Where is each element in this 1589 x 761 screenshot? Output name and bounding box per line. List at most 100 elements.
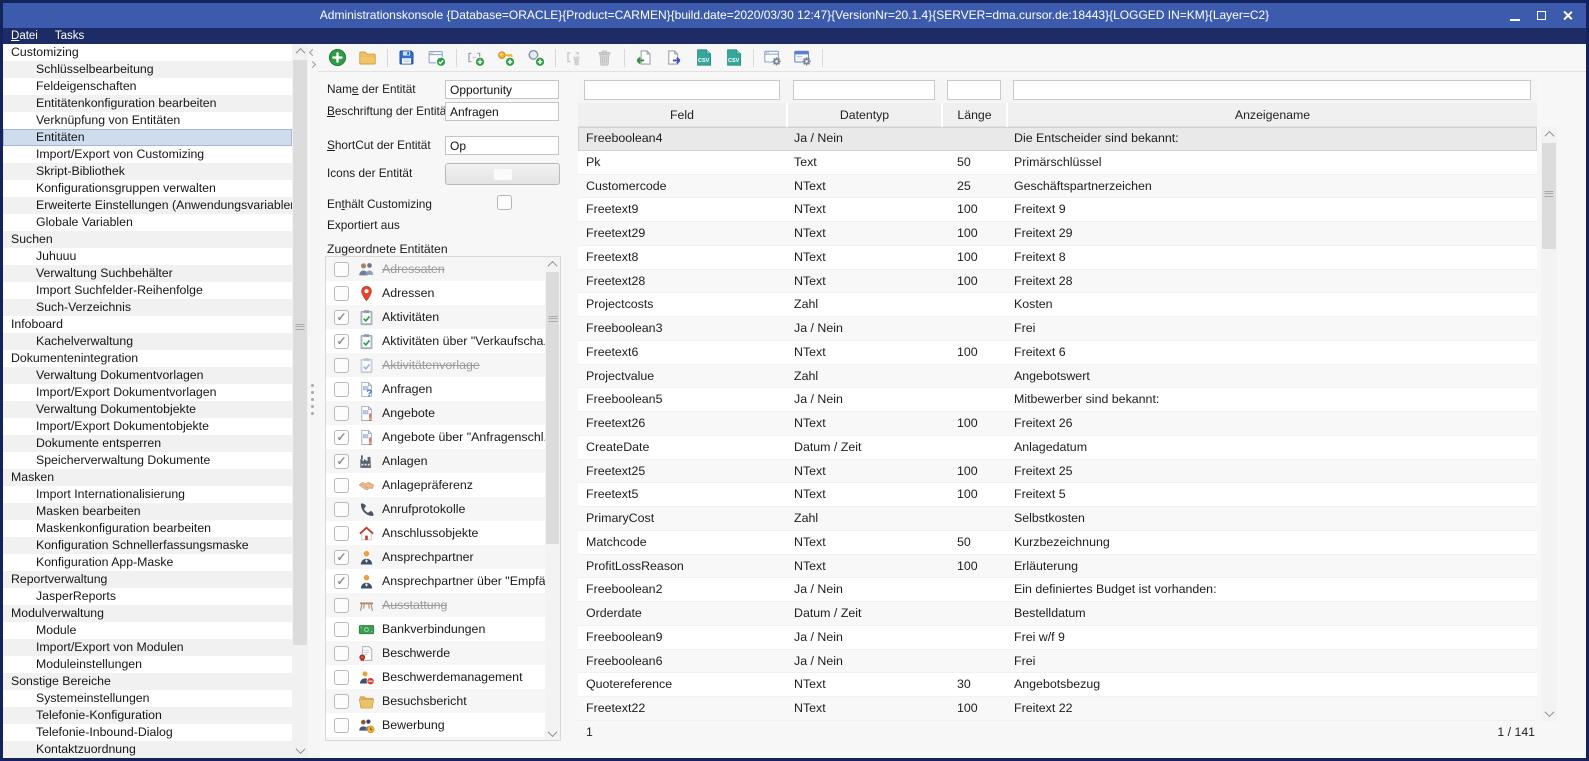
table-row[interactable]: Freetext28NText100Freitext 28 [578, 270, 1537, 294]
sidebar-item[interactable]: Telefonie-Konfiguration [3, 707, 292, 724]
sidebar-item[interactable]: Speicherverwaltung Dokumente [3, 452, 292, 469]
apply-window-button[interactable] [425, 47, 447, 69]
entity-list-item[interactable]: Aktivitäten [326, 305, 560, 329]
export-button[interactable] [662, 47, 684, 69]
scroll-down-button[interactable] [545, 726, 560, 740]
save-button[interactable] [395, 47, 417, 69]
table-row[interactable]: Freetext5NText100Freitext 5 [578, 483, 1537, 507]
collapse-left-button[interactable] [309, 49, 316, 56]
scroll-down-button[interactable] [292, 743, 308, 758]
entity-list-item[interactable]: Aktivitätenvorlage [326, 353, 560, 377]
entity-list-item[interactable]: Ansprechpartner über "Empfä... [326, 569, 560, 593]
sidebar-item[interactable]: Verwaltung Dokumentvorlagen [3, 367, 292, 384]
table-row[interactable]: Freetext9NText100Freitext 9 [578, 198, 1537, 222]
entity-list-item[interactable]: Adressen [326, 281, 560, 305]
table-row[interactable]: Freeboolean6Ja / NeinFrei [578, 650, 1537, 674]
entity-checkbox[interactable] [334, 406, 349, 421]
scroll-thumb[interactable] [293, 60, 307, 645]
filter-länge[interactable] [947, 80, 1001, 100]
sidebar-item[interactable]: Skript-Bibliothek [3, 163, 292, 180]
entity-checkbox[interactable] [334, 694, 349, 709]
scroll-thumb[interactable] [1542, 143, 1556, 249]
panel-splitter[interactable] [308, 44, 318, 758]
add-search-field-button[interactable] [524, 47, 546, 69]
sidebar-item[interactable]: Entitäten [3, 129, 292, 146]
table-row[interactable]: Freeboolean9Ja / NeinFrei w/f 9 [578, 626, 1537, 650]
entity-checkbox[interactable] [334, 310, 349, 325]
entity-checkbox[interactable] [334, 286, 349, 301]
entity-checkbox[interactable] [334, 526, 349, 541]
minimize-button[interactable] [1502, 3, 1528, 28]
maximize-button[interactable] [1528, 3, 1554, 28]
table-row[interactable]: Freeboolean4Ja / NeinDie Entscheider sin… [578, 127, 1537, 151]
entity-checkbox[interactable] [334, 262, 349, 277]
entity-list-item[interactable]: Ansprechpartner [326, 545, 560, 569]
sidebar-item[interactable]: Kontaktzuordnung [3, 741, 292, 758]
scroll-up-button[interactable] [545, 257, 560, 271]
entity-list-item[interactable]: Beschwerde [326, 641, 560, 665]
entity-list-item[interactable]: Adressaten [326, 257, 560, 281]
entity-checkbox[interactable] [334, 574, 349, 589]
collapse-right-button[interactable] [309, 61, 316, 68]
entity-checkbox[interactable] [334, 334, 349, 349]
sidebar-item[interactable]: Konfiguration Schnellerfassungsmaske [3, 537, 292, 554]
sidebar-item[interactable]: Telefonie-Inbound-Dialog [3, 724, 292, 741]
contains-customizing-checkbox[interactable] [497, 195, 512, 210]
column-header-anzeigename[interactable]: Anzeigename [1008, 103, 1537, 127]
column-header-feld[interactable]: Feld [578, 103, 786, 127]
csv-export-button[interactable]: CSV [722, 47, 744, 69]
sidebar-item[interactable]: Sonstige Bereiche [3, 673, 292, 690]
table-row[interactable]: Freetext6NText100Freitext 6 [578, 341, 1537, 365]
sidebar-item[interactable]: Such-Verzeichnis [3, 299, 292, 316]
close-button[interactable] [1554, 3, 1580, 28]
entity-checkbox[interactable] [334, 454, 349, 469]
entity-checkbox[interactable] [334, 718, 349, 733]
entity-list-item[interactable]: Anschlussobjekte [326, 521, 560, 545]
menu-datei[interactable]: Datei [11, 29, 38, 44]
import-button[interactable] [632, 47, 654, 69]
sidebar-item[interactable]: Feldeigenschaften [3, 78, 292, 95]
table-row[interactable]: PrimaryCostZahlSelbstkosten [578, 507, 1537, 531]
table-row[interactable]: PkText50Primärschlüssel [578, 151, 1537, 175]
sidebar-scrollbar[interactable] [292, 44, 308, 758]
sidebar-item[interactable]: Suchen [3, 231, 292, 248]
scroll-up-button[interactable] [292, 44, 308, 59]
sidebar-item[interactable]: Maskenkonfiguration bearbeiten [3, 520, 292, 537]
title-bar[interactable]: Administrationskonsole {Database=ORACLE}… [3, 3, 1586, 28]
entity-list-item[interactable]: Bankverbindungen [326, 617, 560, 641]
sidebar-item[interactable]: JasperReports [3, 588, 292, 605]
entity-list-item[interactable]: Beschwerdemanagement [326, 665, 560, 689]
table-row[interactable]: ProjectvalueZahlAngebotswert [578, 365, 1537, 389]
scroll-thumb[interactable] [546, 272, 559, 544]
table-row[interactable]: Freeboolean3Ja / NeinFrei [578, 317, 1537, 341]
sidebar-item[interactable]: Customizing [3, 44, 292, 61]
sidebar-item[interactable]: Import Internationalisierung [3, 486, 292, 503]
sidebar-item[interactable]: Import/Export von Customizing [3, 146, 292, 163]
open-button[interactable] [356, 47, 378, 69]
sidebar-item[interactable]: Erweiterte Einstellungen (Anwendungsvari… [3, 197, 292, 214]
sidebar-item[interactable]: Systemeinstellungen [3, 690, 292, 707]
table-row[interactable]: Freetext8NText100Freitext 8 [578, 246, 1537, 270]
add-key-button[interactable] [494, 47, 516, 69]
table-row[interactable]: Freetext29NText100Freitext 29 [578, 222, 1537, 246]
entity-checkbox[interactable] [334, 598, 349, 613]
table-row[interactable]: ProjectcostsZahlKosten [578, 293, 1537, 317]
entity-list-scrollbar[interactable] [545, 257, 560, 740]
entity-list-item[interactable]: Anlagepräferenz [326, 473, 560, 497]
entity-list-item[interactable]: Aktivitäten über "Verkaufscha... [326, 329, 560, 353]
table-row[interactable]: Freeboolean5Ja / NeinMitbewerber sind be… [578, 388, 1537, 412]
filter-datentyp[interactable] [793, 80, 935, 100]
mask-config-button[interactable] [791, 47, 813, 69]
table-row[interactable]: QuotereferenceNText30Angebotsbezug [578, 673, 1537, 697]
menu-tasks[interactable]: Tasks [55, 29, 84, 44]
sidebar-item[interactable]: Schlüsselbearbeitung [3, 61, 292, 78]
remove-field-button[interactable] [563, 47, 585, 69]
window-config-button[interactable] [761, 47, 783, 69]
entity-list-item[interactable]: Ausstattung [326, 593, 560, 617]
add-button[interactable] [326, 47, 348, 69]
entity-checkbox[interactable] [334, 622, 349, 637]
sidebar-item[interactable]: Masken [3, 469, 292, 486]
sidebar-item[interactable]: Verknüpfung von Entitäten [3, 112, 292, 129]
column-header-länge[interactable]: Länge [943, 103, 1006, 127]
sidebar-item[interactable]: Verwaltung Dokumentobjekte [3, 401, 292, 418]
